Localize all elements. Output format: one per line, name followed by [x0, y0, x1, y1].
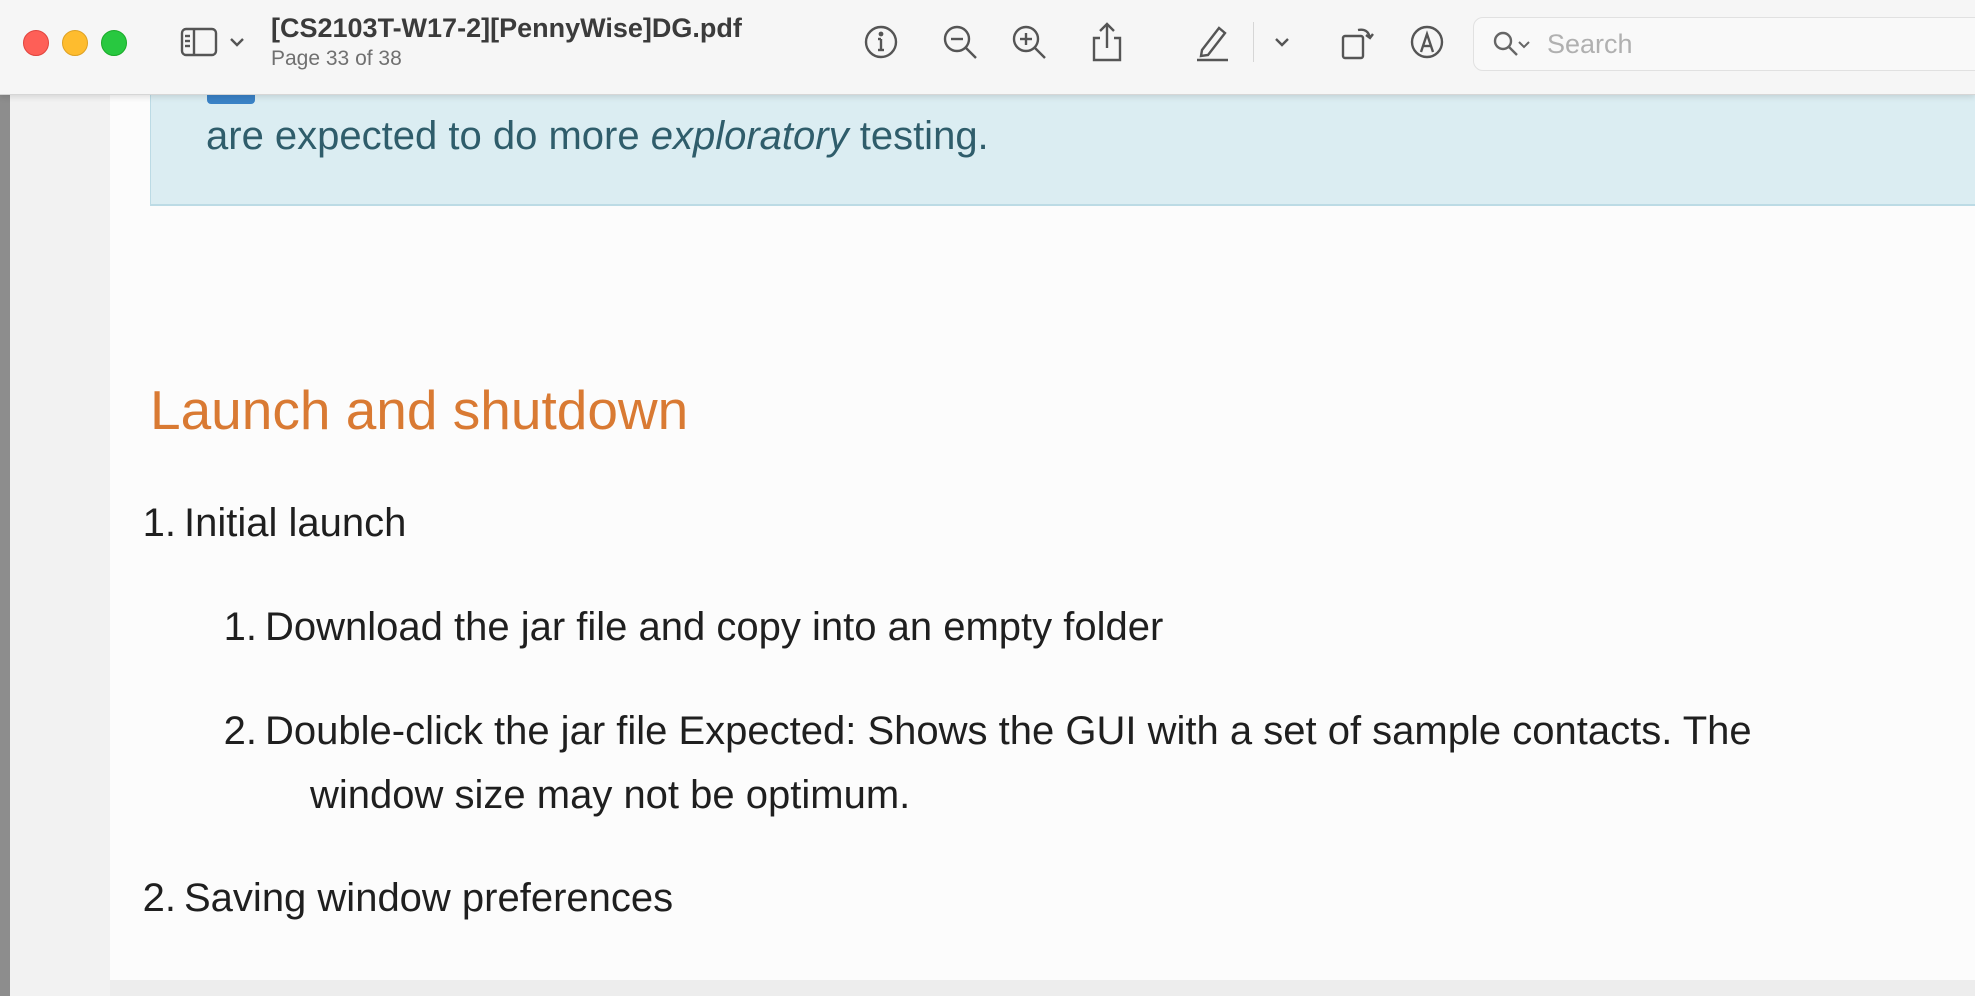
- callout-text: are expected to do more exploratory test…: [206, 114, 989, 158]
- info-callout-icon: [207, 94, 255, 104]
- sidebar-icon[interactable]: [176, 18, 224, 66]
- search-input[interactable]: [1545, 26, 1969, 62]
- page-margin: [10, 94, 110, 996]
- list-item: 2. Saving window preferences: [142, 876, 674, 920]
- section-heading: Launch and shutdown: [150, 379, 689, 441]
- window-edge: [0, 94, 10, 996]
- chevron-down-icon[interactable]: [224, 18, 250, 66]
- markup-icon[interactable]: [1405, 18, 1449, 66]
- info-icon[interactable]: [859, 18, 903, 66]
- page-gap: [110, 980, 1975, 996]
- document-title: [CS2103T-W17-2][PennyWise]DG.pdf: [271, 13, 742, 43]
- info-callout: are expected to do more exploratory test…: [150, 94, 1975, 206]
- chevron-down-icon[interactable]: [1262, 18, 1302, 66]
- page-indicator: Page 33 of 38: [271, 47, 402, 70]
- sub-list-item: 2. Double-click the jar file Expected: Sh…: [223, 709, 1752, 753]
- rotate-icon[interactable]: [1334, 18, 1378, 66]
- sub-list-item-continuation: window size may not be optimum.: [310, 773, 911, 817]
- zoom-in-icon[interactable]: [1007, 18, 1051, 66]
- close-window-button[interactable]: [23, 30, 49, 56]
- sub-list-item: 1. Download the jar file and copy into an…: [223, 605, 1164, 649]
- highlight-pen-icon[interactable]: [1190, 18, 1234, 66]
- toolbar-divider: [1253, 22, 1254, 62]
- zoom-window-button[interactable]: [101, 30, 127, 56]
- search-options-chevron-icon[interactable]: [1518, 40, 1530, 49]
- title-toolbar: [CS2103T-W17-2][PennyWise]DG.pdf Page 33…: [0, 0, 1975, 95]
- list-item: 1. Initial launch: [142, 501, 407, 545]
- zoom-out-icon[interactable]: [938, 18, 982, 66]
- search-field[interactable]: [1473, 17, 1975, 71]
- share-icon[interactable]: [1085, 18, 1129, 66]
- search-icon: [1493, 31, 1518, 56]
- minimize-window-button[interactable]: [62, 30, 88, 56]
